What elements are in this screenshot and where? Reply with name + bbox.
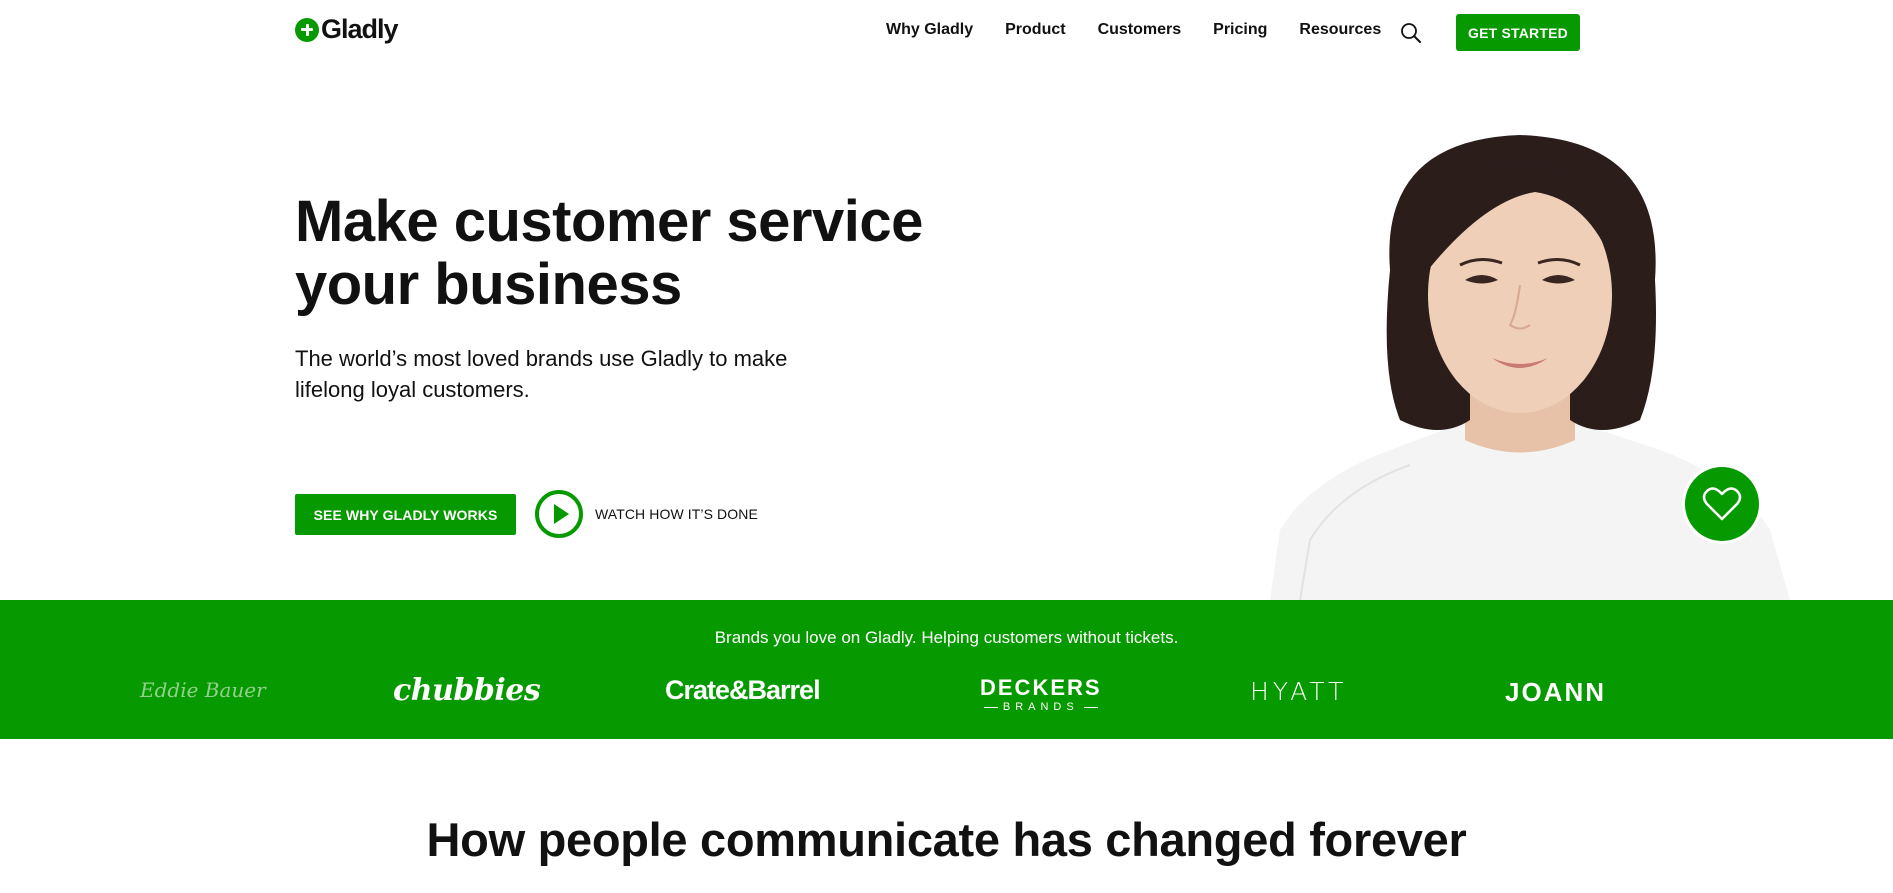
- brand-logos-strip: Brands you love on Gladly. Helping custo…: [0, 600, 1893, 739]
- hyatt-logo: HYATT: [1250, 677, 1348, 706]
- deckers-line1: DECKERS: [980, 675, 1102, 700]
- chubbies-logo: chubbies: [393, 673, 541, 708]
- logo-text: Gladly: [321, 14, 399, 44]
- section-title: How people communicate has changed forev…: [426, 813, 1467, 866]
- play-icon[interactable]: [535, 490, 583, 538]
- eddie-bauer-logo: Eddie Bauer: [140, 678, 266, 702]
- nav-pricing[interactable]: Pricing: [1213, 21, 1267, 39]
- site-header: Gladly Why Gladly Product Customers Pric…: [0, 0, 1893, 64]
- hero-title-line2: your business: [295, 252, 682, 317]
- plus-circle-icon: [295, 17, 319, 42]
- hero-subtitle-line1: The world’s most loved brands use Gladly…: [295, 346, 788, 371]
- hero-subtitle: The world’s most loved brands use Gladly…: [295, 343, 895, 405]
- hero-title-line1: Make customer service: [295, 189, 923, 254]
- hero-subtitle-line2: lifelong loyal customers.: [295, 377, 530, 402]
- deckers-brands-logo: DECKERS BRANDS: [980, 675, 1102, 713]
- main-nav: Why Gladly Product Customers Pricing Res…: [886, 21, 1413, 39]
- see-why-gladly-works-button[interactable]: SEE WHY GLADLY WORKS: [295, 494, 516, 535]
- crate-and-barrel-logo: Crate&Barrel: [665, 675, 821, 705]
- hero-title: Make customer service your business: [295, 190, 995, 316]
- nav-resources[interactable]: Resources: [1299, 21, 1381, 39]
- search-icon[interactable]: [1400, 22, 1422, 44]
- nav-product[interactable]: Product: [1005, 21, 1065, 39]
- deckers-line2: BRANDS: [980, 701, 1102, 713]
- gladly-logo[interactable]: Gladly: [295, 14, 399, 45]
- brands-caption: Brands you love on Gladly. Helping custo…: [714, 628, 1179, 647]
- get-started-button[interactable]: GET STARTED: [1456, 14, 1580, 51]
- watch-video-link[interactable]: WATCH HOW IT’S DONE: [535, 490, 758, 538]
- watch-label: WATCH HOW IT’S DONE: [595, 506, 758, 522]
- joann-logo: JOANN: [1505, 677, 1607, 707]
- nav-why-gladly[interactable]: Why Gladly: [886, 21, 973, 39]
- nav-customers[interactable]: Customers: [1098, 21, 1182, 39]
- deckers-line2-text: BRANDS: [1002, 701, 1079, 713]
- heart-icon[interactable]: [1685, 467, 1759, 541]
